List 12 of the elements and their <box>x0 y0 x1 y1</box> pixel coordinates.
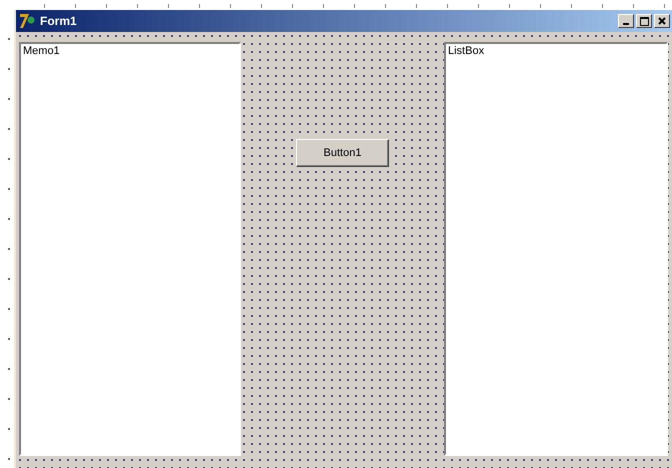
window-title: Form1 <box>40 14 78 28</box>
memo-field[interactable]: Memo1 <box>19 42 241 456</box>
close-button[interactable] <box>654 14 670 28</box>
close-icon <box>658 17 666 25</box>
minimize-button[interactable] <box>618 14 634 28</box>
app-logo-icon <box>19 13 37 29</box>
button-control[interactable]: Button1 <box>296 139 389 167</box>
maximize-button[interactable] <box>636 14 652 28</box>
maximize-icon <box>640 16 648 26</box>
memo-text: Memo1 <box>23 45 60 57</box>
list-box[interactable]: ListBox <box>444 42 668 456</box>
list-box-text: ListBox <box>448 45 484 57</box>
